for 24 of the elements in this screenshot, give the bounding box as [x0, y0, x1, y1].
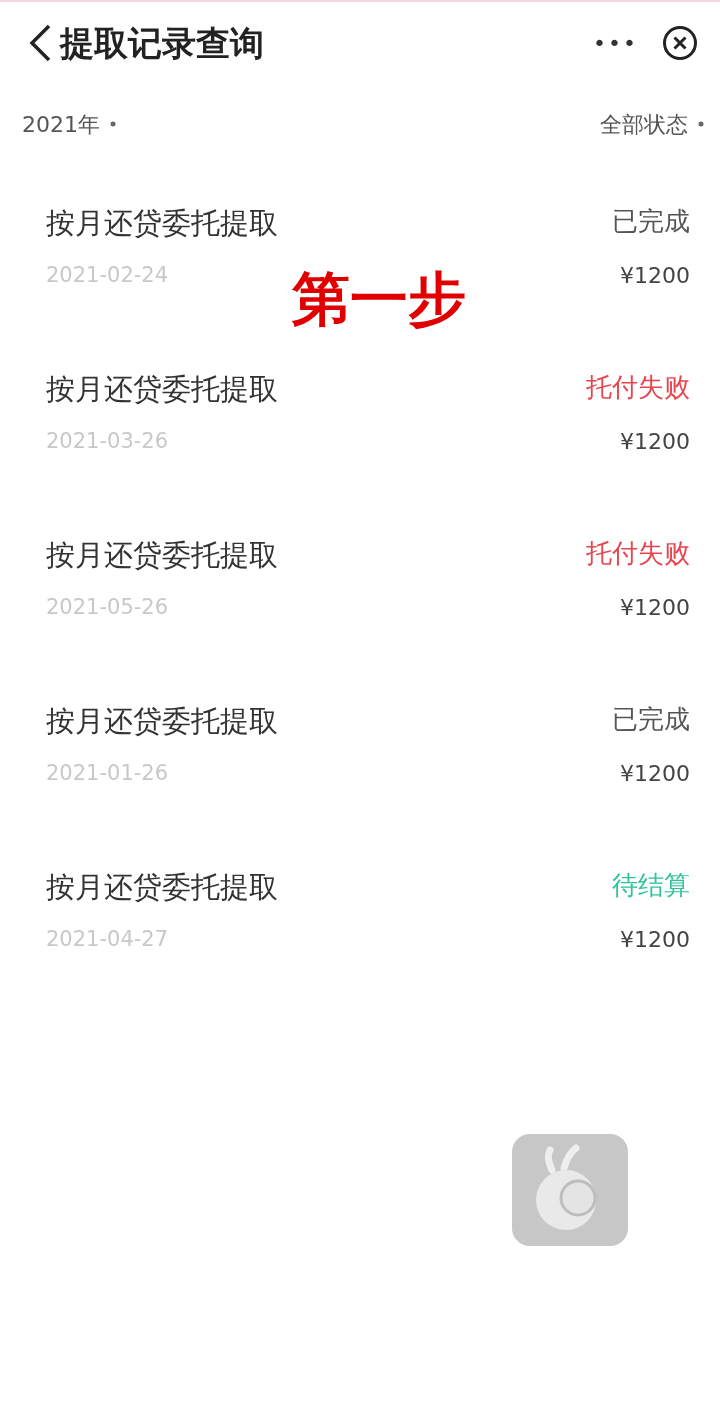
- close-icon[interactable]: [662, 25, 698, 61]
- status-dropdown[interactable]: 全部状态: [600, 107, 704, 141]
- record-status: 托付失败: [586, 537, 690, 570]
- record-amount: ¥1200: [620, 760, 690, 788]
- page-title: 提取记录查询: [60, 21, 264, 65]
- record-title: 按月还贷委托提取: [46, 703, 278, 740]
- caret-icon: [110, 121, 116, 127]
- record-title: 按月还贷委托提取: [46, 205, 278, 242]
- record-status: 待结算: [612, 869, 690, 902]
- annotation-text: 第一步: [292, 270, 466, 328]
- caret-icon: [698, 121, 704, 127]
- record-status: 已完成: [612, 703, 690, 736]
- record-amount: ¥1200: [620, 428, 690, 456]
- more-button[interactable]: •••: [593, 26, 638, 60]
- record-status: 已完成: [612, 205, 690, 238]
- year-dropdown[interactable]: 2021年: [22, 107, 116, 141]
- record-title: 按月还贷委托提取: [46, 869, 278, 906]
- back-icon[interactable]: [28, 24, 52, 62]
- record-title: 按月还贷委托提取: [46, 371, 278, 408]
- record-amount: ¥1200: [620, 926, 690, 954]
- record-amount: ¥1200: [620, 262, 690, 290]
- record-title: 按月还贷委托提取: [46, 537, 278, 574]
- record-status: 托付失败: [586, 371, 690, 404]
- record-amount: ¥1200: [620, 594, 690, 622]
